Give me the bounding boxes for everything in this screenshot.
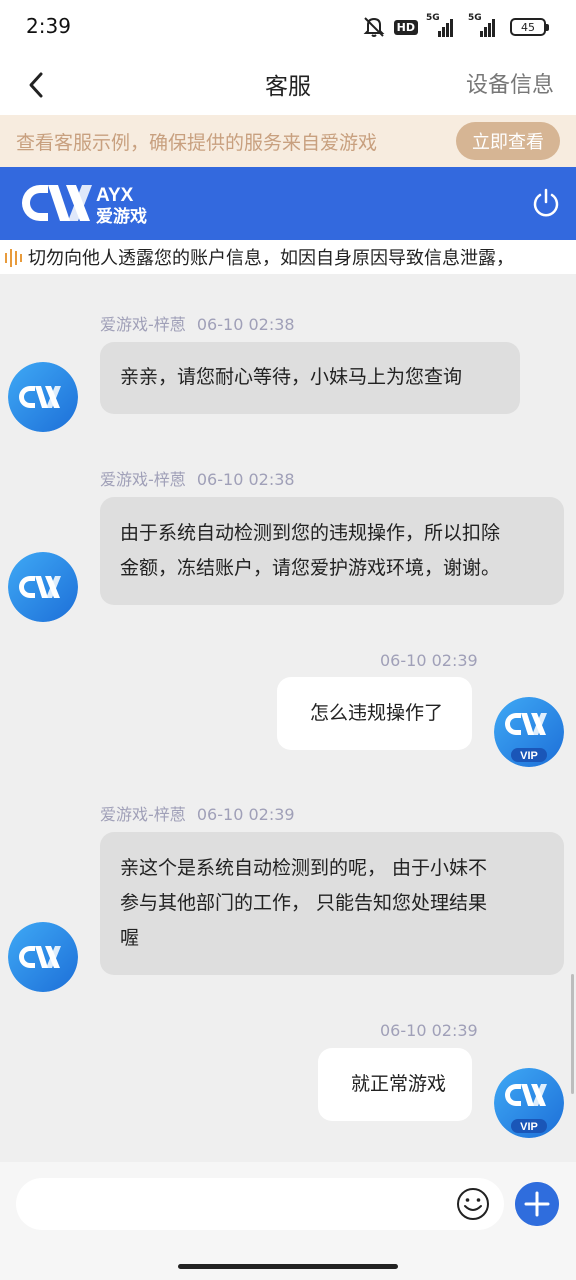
brand-chinese: 爱游戏 <box>96 206 147 227</box>
brand-latin: AYX <box>96 185 134 206</box>
network-label-1: 5G <box>426 13 440 23</box>
message-meta: 爱游戏-梓蒽 06-10 02:38 <box>100 311 295 335</box>
message-time: 06-10 02:38 <box>196 470 295 489</box>
brand-header: AYX 爱游戏 <box>0 167 576 240</box>
user-avatar[interactable]: VIP <box>494 1068 564 1138</box>
marquee-notice: 切勿向他人透露您的账户信息，如因自身原因导致信息泄露， <box>0 240 576 274</box>
battery-indicator: 45 <box>510 18 549 36</box>
notice-text: 查看客服示例，确保提供的服务来自爱游戏 <box>16 132 378 154</box>
message-input[interactable] <box>16 1178 504 1230</box>
hd-badge: HD <box>393 19 418 35</box>
mute-icon <box>363 17 385 37</box>
power-icon[interactable] <box>530 187 562 219</box>
status-icons: HD 5G 5G 45 <box>362 13 549 38</box>
message-meta: 06-10 02:39 <box>380 651 478 670</box>
brand-logo: AYX 爱游戏 <box>21 185 147 227</box>
message-time: 06-10 02:39 <box>380 1021 478 1040</box>
message-time: 06-10 02:39 <box>196 805 295 824</box>
message-time: 06-10 02:38 <box>196 315 295 334</box>
sender-name: 爱游戏-梓蒽 <box>100 805 186 824</box>
user-message-bubble[interactable]: 就正常游戏 <box>318 1048 472 1121</box>
message-meta: 06-10 02:39 <box>380 1021 478 1040</box>
chat-area[interactable]: 爱游戏-梓蒽 06-10 02:38 亲亲，请您耐心等待，小妹马上为您查询 爱游… <box>0 274 576 1162</box>
message-line: 亲亲，请您耐心等待，小妹马上为您查询 <box>120 366 463 388</box>
vip-badge: VIP <box>520 750 538 762</box>
smiley-icon[interactable] <box>455 1186 491 1222</box>
agent-message-bubble[interactable]: 亲亲，请您耐心等待，小妹马上为您查询 <box>100 342 520 414</box>
plus-icon[interactable] <box>515 1182 559 1226</box>
agent-avatar[interactable] <box>8 552 78 622</box>
view-now-button[interactable]: 立即查看 <box>456 122 560 160</box>
signal-icon-2: 5G <box>468 13 502 37</box>
user-message-bubble[interactable]: 怎么违规操作了 <box>277 677 472 750</box>
notice-banner: 查看客服示例，确保提供的服务来自爱游戏 立即查看 <box>0 115 576 167</box>
agent-avatar[interactable] <box>8 362 78 432</box>
nav-bar: 客服 设备信息 <box>0 55 576 115</box>
message-line: 由于系统自动检测到您的违规操作，所以扣除 <box>120 522 501 544</box>
agent-message-bubble[interactable]: 亲这个是系统自动检测到的呢， 由于小妹不 参与其他部门的工作， 只能告知您处理结… <box>100 832 564 975</box>
device-info-button[interactable]: 设备信息 <box>466 67 554 99</box>
agent-avatar[interactable] <box>8 922 78 992</box>
sender-name: 爱游戏-梓蒽 <box>100 315 186 334</box>
status-bar: 2:39 HD 5G 5G 45 <box>0 0 576 55</box>
message-line: 怎么违规操作了 <box>310 702 444 724</box>
vip-badge: VIP <box>520 1121 538 1133</box>
message-meta: 爱游戏-梓蒽 06-10 02:39 <box>100 801 295 825</box>
sender-name: 爱游戏-梓蒽 <box>100 470 186 489</box>
marquee-text: 切勿向他人透露您的账户信息，如因自身原因导致信息泄露， <box>28 248 514 269</box>
status-time: 2:39 <box>26 14 71 38</box>
input-bar <box>0 1162 576 1280</box>
chat-scrollbar[interactable] <box>571 974 574 1094</box>
user-avatar[interactable]: VIP <box>494 697 564 767</box>
message-time: 06-10 02:39 <box>380 651 478 670</box>
agent-message-bubble[interactable]: 由于系统自动检测到您的违规操作，所以扣除 金额，冻结账户，请您爱护游戏环境，谢谢… <box>100 497 564 605</box>
sound-wave-icon <box>5 249 22 267</box>
message-line: 喔 <box>120 927 140 949</box>
message-meta: 爱游戏-梓蒽 06-10 02:38 <box>100 466 295 490</box>
message-line: 金额，冻结账户，请您爱护游戏环境，谢谢。 <box>120 557 501 579</box>
network-label-2: 5G <box>468 13 482 23</box>
signal-icon-1: 5G <box>426 13 460 37</box>
home-indicator[interactable] <box>178 1264 398 1269</box>
message-line: 亲这个是系统自动检测到的呢， 由于小妹不 <box>120 857 488 879</box>
message-line: 就正常游戏 <box>351 1073 447 1095</box>
message-line: 参与其他部门的工作， 只能告知您处理结果 <box>120 892 488 914</box>
